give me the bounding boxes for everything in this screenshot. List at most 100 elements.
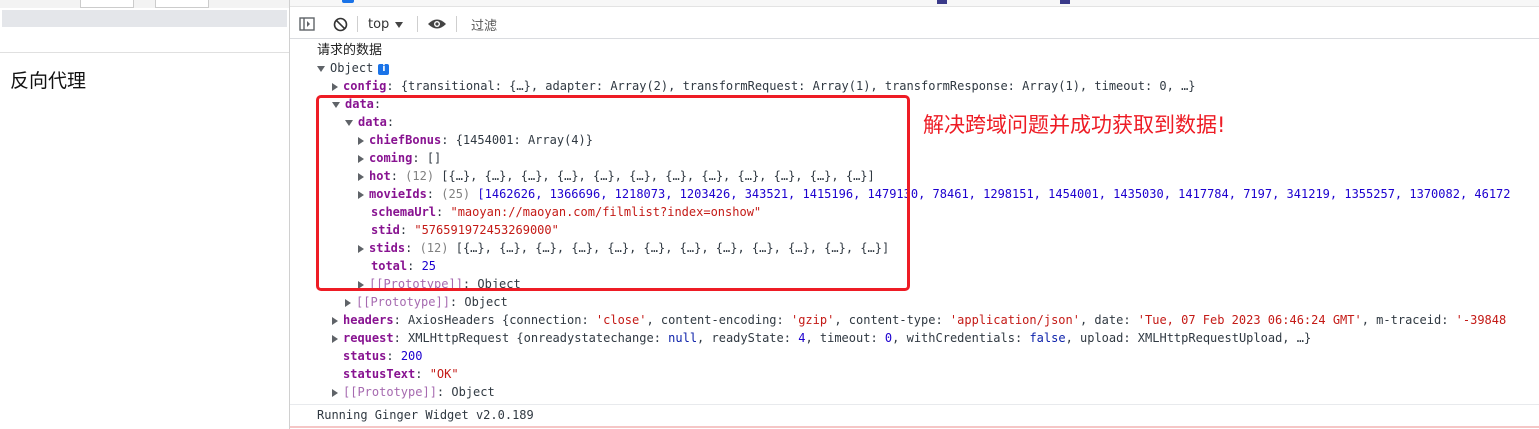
- expand-caret-icon[interactable]: [358, 190, 364, 199]
- expand-caret-icon[interactable]: [332, 101, 340, 108]
- page-viewport: 反向代理: [0, 0, 290, 429]
- property-value: Object: [451, 385, 495, 399]
- preview-token: '-39848: [1455, 313, 1507, 327]
- preview-token: , upload: XMLHttpRequestUpload, …}: [1065, 331, 1312, 345]
- property-key: data: [358, 115, 387, 129]
- property-preview: {1454001: Array(4)}: [455, 133, 593, 147]
- filter-input[interactable]: 过滤: [471, 14, 671, 34]
- request-property[interactable]: request: XMLHttpRequest {onreadystatecha…: [332, 329, 1311, 347]
- statustext-property: statusText: "OK": [343, 367, 459, 381]
- object-root[interactable]: Object i: [317, 59, 390, 77]
- sidebar-toggle-icon[interactable]: [298, 14, 316, 34]
- inner-prototype-property[interactable]: [[Prototype]]: Object: [358, 275, 521, 293]
- expand-caret-icon[interactable]: [345, 298, 351, 307]
- preview-token: , readyState:: [697, 331, 799, 345]
- console-toolbar: top 过滤: [290, 8, 1539, 39]
- data-inner-property[interactable]: data:: [345, 113, 394, 131]
- info-icon[interactable]: i: [378, 64, 390, 75]
- property-preview: [1462626, 1366696, 1218073, 1203426, 343…: [477, 187, 1511, 201]
- expand-caret-icon[interactable]: [358, 244, 364, 253]
- property-preview: {transitional: {…}, adapter: Array(2), t…: [400, 79, 1196, 93]
- preview-token: 'gzip': [790, 313, 835, 327]
- array-count: (25): [441, 187, 471, 201]
- tab-icon[interactable]: [1060, 0, 1070, 4]
- config-property[interactable]: config: {transitional: {…}, adapter: Arr…: [332, 77, 1196, 95]
- message-divider: [290, 404, 1539, 405]
- property-key: headers: [343, 313, 394, 327]
- page-control-box[interactable]: [155, 0, 209, 8]
- preview-token: 'application/json': [949, 313, 1080, 327]
- headers-property[interactable]: headers: AxiosHeaders {connection: 'clos…: [332, 311, 1506, 329]
- hot-property[interactable]: hot: (12) [{…}, {…}, {…}, {…}, {…}, {…},…: [358, 167, 875, 185]
- preview-token: 'Tue, 07 Feb 2023 06:46:24 GMT': [1137, 313, 1362, 327]
- preview-token: , content-type:: [834, 313, 950, 327]
- chevron-down-icon: [395, 15, 404, 33]
- context-selector[interactable]: top: [368, 14, 412, 34]
- preview-token: , m-traceid:: [1361, 313, 1456, 327]
- eye-icon[interactable]: [426, 14, 448, 34]
- preview-token: null: [668, 331, 698, 345]
- expand-caret-icon[interactable]: [332, 388, 338, 397]
- page-top-controls: [0, 0, 289, 8]
- toolbar-separator: [456, 16, 457, 32]
- tab-icon[interactable]: [937, 0, 947, 4]
- expand-caret-icon[interactable]: [358, 154, 364, 163]
- property-key: schemaUrl: [371, 205, 437, 219]
- console-footer-message: Running Ginger Widget v2.0.189: [317, 406, 534, 424]
- page-divider: [0, 52, 289, 53]
- property-preview: {connection: 'close', content-encoding: …: [502, 313, 1506, 327]
- property-value: Object: [477, 277, 521, 291]
- context-selector-label: top: [368, 16, 390, 32]
- expand-caret-icon[interactable]: [332, 316, 338, 325]
- expand-caret-icon[interactable]: [358, 172, 364, 181]
- property-preview: {onreadystatechange: null, readyState: 4…: [516, 331, 1311, 345]
- devtools-panel: top 过滤 请求的数据 Object i config: {transitio…: [290, 0, 1539, 429]
- coming-property[interactable]: coming: []: [358, 149, 441, 167]
- console-log-label: 请求的数据: [317, 41, 382, 59]
- array-count: (12): [405, 169, 435, 183]
- preview-token: , timeout:: [805, 331, 885, 345]
- active-tab-indicator[interactable]: [342, 0, 354, 3]
- property-key: total: [371, 259, 408, 273]
- screenshot-root: 反向代理 top 过滤 请求的数据 Object i config: {tran…: [0, 0, 1539, 429]
- property-preview: [{…}, {…}, {…}, {…}, {…}, {…}, {…}, {…},…: [455, 241, 890, 255]
- property-value: 25: [421, 259, 437, 273]
- property-type: AxiosHeaders: [408, 313, 495, 327]
- property-preview: [{…}, {…}, {…}, {…}, {…}, {…}, {…}, {…},…: [441, 169, 875, 183]
- outer-prototype-property[interactable]: [[Prototype]]: Object: [345, 293, 508, 311]
- property-key: statusText: [343, 367, 416, 381]
- stid-property: stid: "576591972453269000": [371, 223, 559, 237]
- toolbar-separator: [357, 16, 358, 32]
- chiefbonus-property[interactable]: chiefBonus: {1454001: Array(4)}: [358, 131, 593, 149]
- page-gray-bar: [2, 10, 287, 27]
- expand-caret-icon[interactable]: [317, 65, 325, 72]
- page-control-box[interactable]: [80, 0, 134, 8]
- devtools-tabstrip: [290, 0, 1539, 7]
- property-key: request: [343, 331, 394, 345]
- preview-token: , date:: [1079, 313, 1138, 327]
- expand-caret-icon[interactable]: [358, 280, 364, 289]
- property-key: stids: [369, 241, 406, 255]
- preview-token: {onreadystatechange:: [516, 331, 669, 345]
- expand-caret-icon[interactable]: [358, 136, 364, 145]
- clear-console-icon[interactable]: [331, 14, 349, 34]
- data-outer-property[interactable]: data:: [332, 95, 381, 113]
- property-value: Object: [464, 295, 508, 309]
- expand-caret-icon[interactable]: [345, 119, 353, 126]
- property-preview: []: [426, 151, 442, 165]
- property-key: movieIds: [369, 187, 427, 201]
- expand-caret-icon[interactable]: [332, 82, 338, 91]
- root-prototype-property[interactable]: [[Prototype]]: Object: [332, 383, 495, 401]
- property-type: XMLHttpRequest: [408, 331, 510, 345]
- page-heading: 反向代理: [10, 70, 87, 92]
- property-key: coming: [369, 151, 413, 165]
- property-value: "576591972453269000": [414, 223, 559, 237]
- movieids-property[interactable]: movieIds: (25) [1462626, 1366696, 121807…: [358, 185, 1511, 203]
- property-key: config: [343, 79, 387, 93]
- object-label: Object: [330, 61, 374, 75]
- footer-text: Running Ginger Widget v2.0.189: [317, 408, 534, 422]
- property-value: 200: [400, 349, 423, 363]
- expand-caret-icon[interactable]: [332, 334, 338, 343]
- stids-property[interactable]: stids: (12) [{…}, {…}, {…}, {…}, {…}, {……: [358, 239, 889, 257]
- annotation-text: 解决跨域问题并成功获取到数据!: [923, 113, 1226, 137]
